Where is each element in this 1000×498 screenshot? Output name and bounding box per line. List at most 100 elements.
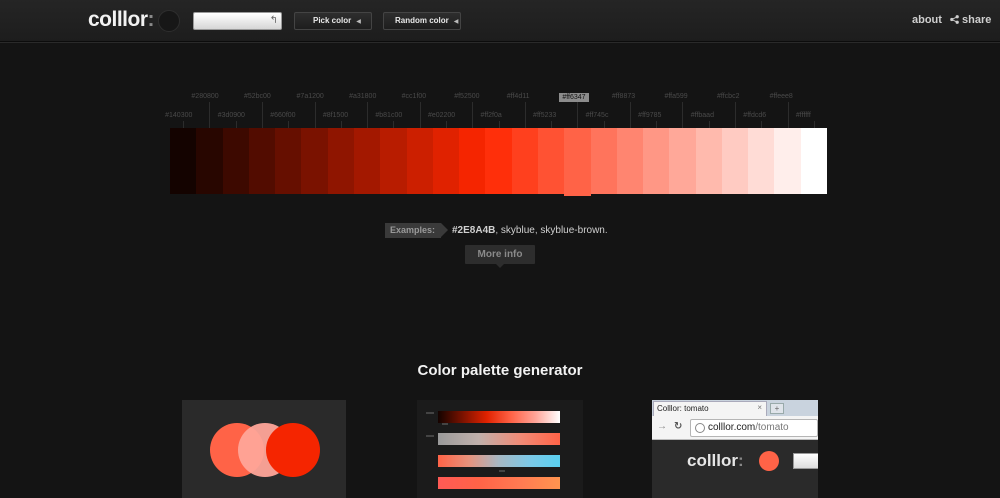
color-swatch[interactable] — [485, 128, 512, 194]
ramp-marker — [442, 423, 448, 425]
thumb-ramp-bar — [438, 433, 560, 445]
hex-label[interactable]: #ff745c — [586, 112, 609, 119]
reload-icon: ↻ — [674, 421, 683, 432]
color-swatch[interactable] — [643, 128, 670, 194]
hex-label[interactable]: #ff8873 — [612, 93, 635, 100]
site-logo[interactable]: colllor: — [88, 8, 154, 32]
selected-hex-label[interactable]: #ff6347 — [559, 93, 589, 102]
hex-label[interactable]: #f52500 — [454, 93, 479, 100]
hex-tick — [813, 121, 815, 128]
color-swatch[interactable] — [459, 128, 486, 194]
palette-thumbnail[interactable] — [182, 400, 346, 498]
color-swatch[interactable] — [170, 128, 197, 194]
color-swatch[interactable] — [432, 128, 460, 194]
pick-color-button[interactable]: Pick color ◀ — [294, 12, 372, 30]
hex-label[interactable]: #a31800 — [349, 93, 376, 100]
example-link[interactable]: skyblue — [501, 225, 535, 236]
hex-tick — [367, 102, 369, 128]
share-link[interactable]: share — [950, 14, 991, 26]
color-swatch[interactable] — [222, 128, 249, 194]
hex-tick — [551, 121, 553, 128]
pick-color-label: Pick color — [313, 16, 352, 25]
hex-tick — [445, 121, 447, 128]
hex-tick — [235, 121, 237, 128]
mini-color-dot — [759, 451, 779, 471]
color-swatch[interactable] — [800, 128, 828, 194]
color-swatch[interactable] — [196, 128, 223, 194]
hex-tick — [708, 121, 710, 128]
share-label: share — [962, 14, 992, 26]
color-swatch[interactable] — [695, 128, 722, 194]
color-swatch[interactable] — [406, 128, 433, 194]
hex-label[interactable]: #660f00 — [270, 112, 295, 119]
hex-label[interactable]: #ff5233 — [533, 112, 556, 119]
color-swatch[interactable] — [380, 128, 407, 194]
color-swatch[interactable] — [248, 128, 276, 194]
random-color-button[interactable]: Random color ◀ — [383, 12, 461, 30]
hex-tick — [393, 121, 395, 128]
browser-thumbnail[interactable]: Colllor: tomato × + → ↻ colllor.com/toma… — [652, 400, 818, 498]
example-link[interactable]: #2E8A4B — [452, 225, 495, 236]
hex-tick — [498, 121, 500, 128]
hex-tick — [682, 102, 684, 128]
hex-label[interactable]: #ff2f0a — [481, 112, 502, 119]
color-swatch[interactable] — [669, 128, 696, 194]
color-swatch[interactable] — [616, 128, 644, 194]
section-title: Color palette generator — [417, 362, 583, 379]
color-search-input[interactable]: ↰ — [193, 12, 282, 30]
hex-label[interactable]: #ff4d11 — [507, 93, 530, 100]
hex-tick — [183, 121, 185, 128]
eyedropper-icon[interactable]: ↰ — [270, 15, 278, 26]
hex-tick — [787, 102, 789, 128]
hex-label[interactable]: #ffeee8 — [770, 93, 793, 100]
example-link[interactable]: skyblue-brown — [540, 225, 604, 236]
hex-label[interactable]: #7a1200 — [297, 93, 324, 100]
hex-tick — [577, 102, 579, 128]
color-swatch[interactable] — [721, 128, 749, 194]
hex-label[interactable]: #280800 — [191, 93, 218, 100]
color-swatch[interactable] — [275, 128, 302, 194]
ramps-thumbnail[interactable] — [417, 400, 583, 498]
color-swatch[interactable] — [353, 128, 381, 194]
color-swatch[interactable] — [301, 128, 328, 194]
logo-text: colllor — [88, 8, 148, 31]
hex-label[interactable]: #3d0900 — [218, 112, 245, 119]
example-sep: , — [495, 225, 499, 236]
random-color-label: Random color — [395, 16, 449, 25]
mini-search-input — [793, 453, 818, 469]
close-icon: × — [757, 403, 762, 412]
color-swatch[interactable] — [537, 128, 565, 194]
color-swatch[interactable] — [748, 128, 775, 194]
hex-tick — [288, 121, 290, 128]
hex-label[interactable]: #e02200 — [428, 112, 455, 119]
hex-label[interactable]: #ffa599 — [664, 93, 687, 100]
hex-label[interactable]: #b81c00 — [375, 112, 402, 119]
more-info-button[interactable]: More info — [465, 245, 535, 268]
ramp-marker — [499, 470, 505, 472]
hex-label[interactable]: #ffbaad — [691, 112, 714, 119]
hex-label[interactable]: #8f1500 — [323, 112, 348, 119]
hex-label[interactable]: #ff9785 — [638, 112, 661, 119]
hex-tick — [761, 121, 763, 128]
hex-label[interactable]: #140300 — [165, 112, 192, 119]
color-swatch[interactable] — [511, 128, 538, 194]
selected-color-swatch[interactable] — [564, 128, 591, 196]
color-swatch[interactable] — [774, 128, 801, 194]
thumb-ramp-bar — [438, 477, 560, 489]
hex-label[interactable]: #cc1f00 — [402, 93, 427, 100]
caret-left-icon: ◀ — [453, 19, 459, 25]
about-link[interactable]: about — [912, 14, 942, 26]
hex-label[interactable]: #ffdcd6 — [743, 112, 766, 119]
globe-icon — [695, 423, 705, 433]
hex-label[interactable]: #52bc00 — [244, 93, 271, 100]
hex-label[interactable]: #ffcbc2 — [717, 93, 739, 100]
hex-label[interactable]: #ffffff — [796, 112, 811, 119]
color-swatch[interactable] — [590, 128, 617, 194]
browser-tab: Colllor: tomato × — [653, 401, 767, 416]
url-path: /tomato — [755, 422, 789, 433]
hex-tick — [656, 121, 658, 128]
browser-tab-bar: Colllor: tomato × + — [652, 400, 818, 416]
thumb-ramp-bar — [438, 455, 560, 467]
example-sep: , — [534, 225, 538, 236]
color-swatch[interactable] — [327, 128, 354, 194]
